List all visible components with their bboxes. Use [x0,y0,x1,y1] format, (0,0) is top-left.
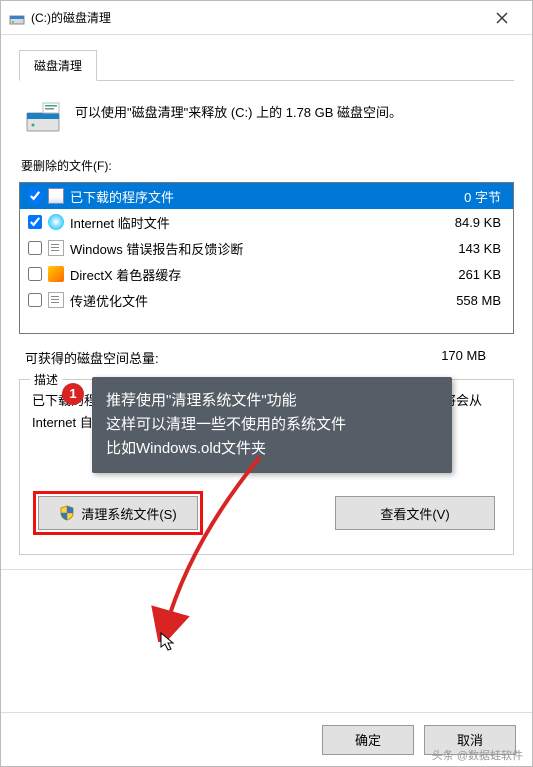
file-row[interactable]: 已下载的程序文件0 字节 [20,183,513,209]
ok-label: 确定 [355,730,381,749]
file-size: 84.9 KB [429,215,509,230]
file-type-icon [48,240,64,256]
file-name: Windows 错误报告和反馈诊断 [70,239,429,258]
file-checkbox[interactable] [28,267,42,281]
file-size: 558 MB [429,293,509,308]
file-row[interactable]: 传递优化文件558 MB [20,287,513,313]
file-checkbox[interactable] [28,241,42,255]
file-name: 已下载的程序文件 [70,187,429,206]
file-type-icon [48,214,64,230]
file-row[interactable]: Windows 错误报告和反馈诊断143 KB [20,235,513,261]
group-button-row: 清理系统文件(S) 查看文件(V) [32,472,501,538]
annotation-line2: 这样可以清理一些不使用的系统文件 [106,413,438,437]
total-row: 可获得的磁盘空间总量: 170 MB [19,334,514,373]
file-checkbox[interactable] [28,189,42,203]
tab-bar: 磁盘清理 [19,49,514,81]
file-row[interactable]: DirectX 着色器缓存261 KB [20,261,513,287]
view-files-button[interactable]: 查看文件(V) [335,496,495,530]
close-button[interactable] [482,4,522,32]
annotation-number: 1 [62,383,84,405]
file-name: Internet 临时文件 [70,213,429,232]
file-name: 传递优化文件 [70,291,429,310]
separator [1,569,532,570]
file-checkbox[interactable] [28,293,42,307]
shield-icon [59,505,75,521]
attribution-text: 头条 @数据蛙软件 [432,747,523,763]
file-size: 143 KB [429,241,509,256]
annotation-line1: 推荐使用"清理系统文件"功能 [106,389,438,413]
file-type-icon [48,188,64,204]
total-value: 170 MB [441,348,508,367]
description-title: 描述 [30,371,62,388]
annotation-tooltip: 1 推荐使用"清理系统文件"功能 这样可以清理一些不使用的系统文件 比如Wind… [92,377,452,473]
disk-icon [25,99,61,135]
dialog-body: 磁盘清理 可以使用"磁盘清理"来释放 (C:) 上的 1.78 GB 磁盘空间。… [1,35,532,712]
file-row[interactable]: Internet 临时文件84.9 KB [20,209,513,235]
total-label: 可获得的磁盘空间总量: [25,348,159,367]
header-text: 可以使用"磁盘清理"来释放 (C:) 上的 1.78 GB 磁盘空间。 [75,99,402,123]
file-size: 0 字节 [429,187,509,206]
annotation-line3: 比如Windows.old文件夹 [106,437,438,461]
file-name: DirectX 着色器缓存 [70,265,429,284]
titlebar: (C:)的磁盘清理 [1,1,532,35]
view-files-label: 查看文件(V) [380,504,449,523]
file-type-icon [48,292,64,308]
file-checkbox[interactable] [28,215,42,229]
clean-system-files-label: 清理系统文件(S) [81,504,176,523]
clean-system-files-button[interactable]: 清理系统文件(S) [38,496,198,530]
tab-disk-cleanup[interactable]: 磁盘清理 [19,50,97,81]
header-row: 可以使用"磁盘清理"来释放 (C:) 上的 1.78 GB 磁盘空间。 [19,87,514,153]
files-label: 要删除的文件(F): [19,153,514,178]
file-list[interactable]: 已下载的程序文件0 字节Internet 临时文件84.9 KBWindows … [19,182,514,334]
disk-cleanup-title-icon [9,10,25,26]
window-title: (C:)的磁盘清理 [31,9,482,26]
ok-button[interactable]: 确定 [322,725,414,755]
file-size: 261 KB [429,267,509,282]
file-type-icon [48,266,64,282]
